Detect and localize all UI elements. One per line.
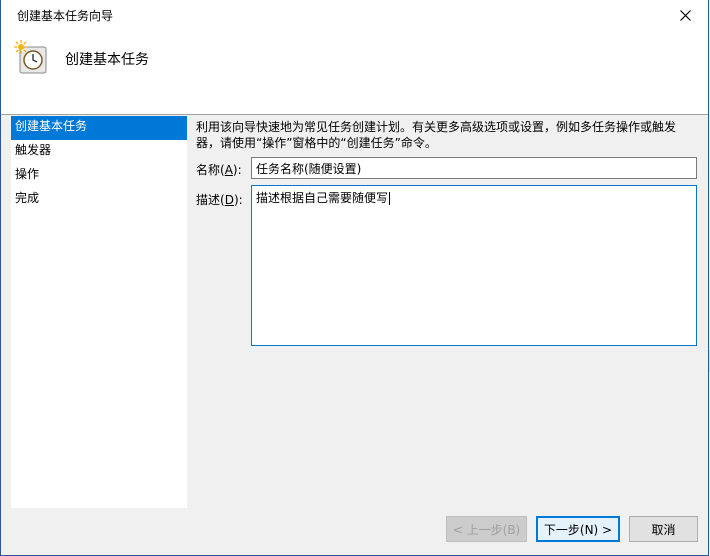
step-create-basic-task[interactable]: 创建基本任务 [11, 116, 187, 140]
name-label: 名称(A): [196, 163, 242, 177]
header-title: 创建基本任务 [65, 52, 149, 68]
step-action[interactable]: 操作 [11, 164, 187, 188]
text-caret [389, 192, 391, 205]
task-name-input[interactable] [251, 157, 697, 179]
description-label: 描述(D): [196, 193, 243, 207]
back-button[interactable]: < 上一步(B) [446, 516, 527, 542]
close-icon [679, 10, 691, 21]
wizard-header: 创建基本任务 [1, 31, 708, 115]
step-finish[interactable]: 完成 [11, 188, 187, 212]
next-button[interactable]: 下一步(N) > [536, 516, 620, 542]
step-trigger[interactable]: 触发器 [11, 140, 187, 164]
scheduled-task-clock-icon [14, 40, 47, 74]
window-title: 创建基本任务向导 [17, 9, 114, 23]
title-bar: 创建基本任务向导 [1, 0, 708, 31]
task-description-input[interactable]: 描述根据自己需要随便写 [251, 185, 697, 346]
description-line-1: 利用该向导快速地为常见任务创建计划。有关更多高级选项或设置，例如多任务操作或触发 [196, 120, 677, 134]
cancel-button[interactable]: 取消 [629, 516, 698, 542]
task-description-text: 描述根据自己需要随便写 [256, 191, 389, 205]
description-line-2: 器，请使用“操作”窗格中的“创建任务”命令。 [196, 136, 437, 150]
wizard-description: 利用该向导快速地为常见任务创建计划。有关更多高级选项或设置，例如多任务操作或触发… [196, 119, 696, 151]
close-button[interactable] [662, 0, 708, 31]
task-wizard-dialog: 创建基本任务向导 创建基本任务 创建基本任务 触发器 操作 完成 利用该向导快速… [0, 0, 709, 556]
wizard-steps-pane: 创建基本任务 触发器 操作 完成 [11, 116, 187, 508]
